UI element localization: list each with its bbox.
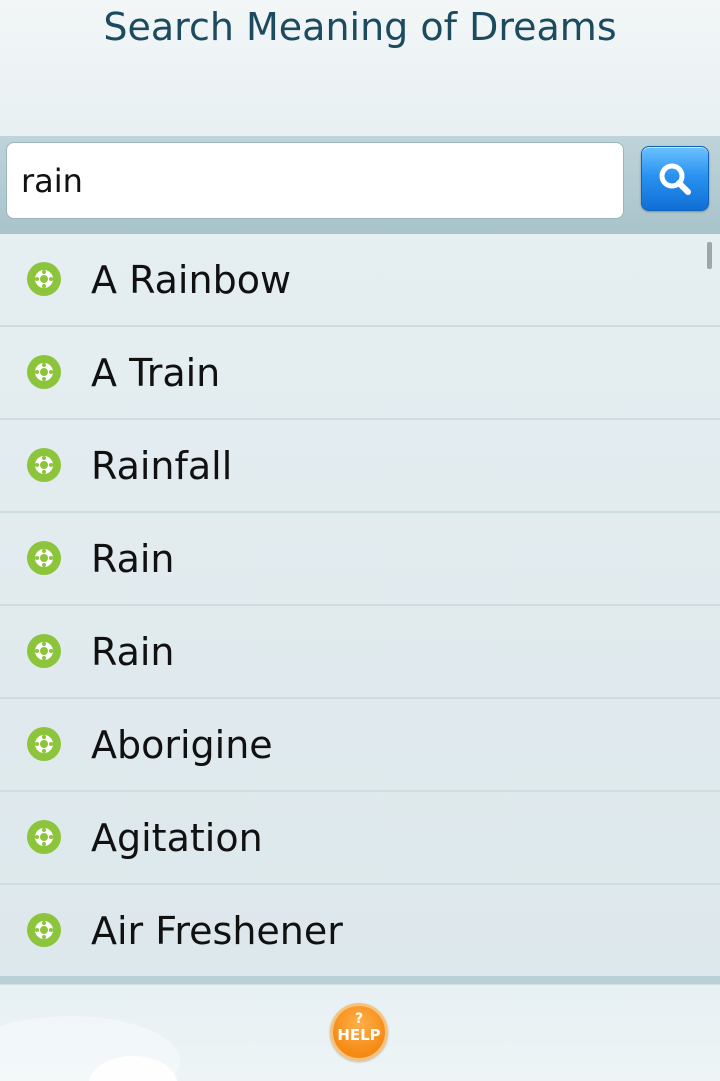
- scrollbar[interactable]: [707, 242, 712, 269]
- flower-bullet-icon: [27, 262, 61, 296]
- flower-bullet-icon: [27, 913, 61, 947]
- search-input[interactable]: [6, 142, 624, 219]
- flower-bullet-icon: [27, 634, 61, 668]
- flower-bullet-icon: [27, 727, 61, 761]
- header-bar: Search Meaning of Dreams: [0, 0, 720, 136]
- search-icon: [659, 163, 691, 195]
- list-item-label: A Rainbow: [91, 258, 292, 302]
- flower-bullet-icon: [27, 541, 61, 575]
- page-title: Search Meaning of Dreams: [103, 5, 617, 49]
- list-item[interactable]: A Train: [0, 327, 720, 420]
- search-button[interactable]: [641, 146, 709, 211]
- help-label: HELP: [337, 1026, 381, 1044]
- list-item[interactable]: Air Freshener: [0, 885, 720, 976]
- results-list[interactable]: A Rainbow A Train Rainfall Rain Rain Aborigin…: [0, 234, 720, 976]
- flower-bullet-icon: [27, 355, 61, 389]
- list-item[interactable]: Rain: [0, 606, 720, 699]
- flower-bullet-icon: [27, 820, 61, 854]
- list-item[interactable]: A Rainbow: [0, 234, 720, 327]
- list-item[interactable]: Rain: [0, 513, 720, 606]
- list-item-label: Rain: [91, 537, 175, 581]
- help-button[interactable]: ? HELP: [330, 1003, 388, 1061]
- list-item-label: Agitation: [91, 816, 263, 860]
- list-item-label: Rain: [91, 630, 175, 674]
- list-item[interactable]: Aborigine: [0, 699, 720, 792]
- list-item-label: Aborigine: [91, 723, 273, 767]
- list-item-label: Air Freshener: [91, 909, 343, 953]
- help-question-mark: ?: [354, 1011, 364, 1027]
- list-item[interactable]: Agitation: [0, 792, 720, 885]
- list-item-label: A Train: [91, 351, 221, 395]
- list-item[interactable]: Rainfall: [0, 420, 720, 513]
- list-item-label: Rainfall: [91, 444, 233, 488]
- flower-bullet-icon: [27, 448, 61, 482]
